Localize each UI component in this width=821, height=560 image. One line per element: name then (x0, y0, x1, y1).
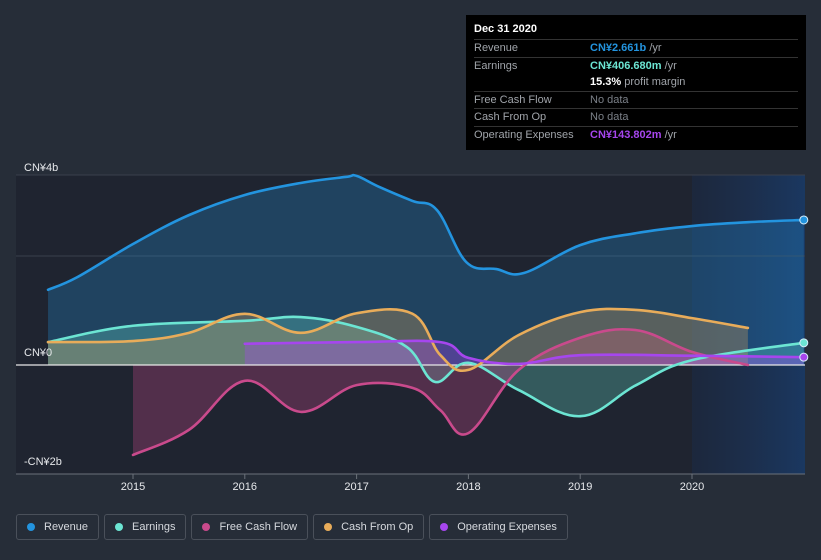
tooltip-value-amount: No data (590, 111, 629, 124)
x-tick-label: 2016 (232, 481, 258, 493)
legend-label: Revenue (44, 521, 89, 533)
x-tick-label: 2019 (567, 481, 593, 493)
tooltip-value-suffix: /yr (661, 59, 677, 72)
tooltip-row-label: Operating Expenses (474, 128, 574, 141)
y-tick-label: -CN¥2b (24, 456, 62, 468)
tooltip-row-label: Revenue (474, 42, 519, 55)
tooltip: Dec 31 2020 Revenue CN¥2.661b /yr Earnings… (466, 15, 806, 150)
legend-item-operating-expenses[interactable]: Operating Expenses (429, 514, 568, 540)
legend-label: Operating Expenses (457, 521, 557, 533)
x-tick-label: 2017 (344, 481, 369, 493)
legend-dot-icon (440, 523, 449, 531)
legend-dot-icon (27, 523, 35, 531)
tooltip-row-value: 15.3% profit margin (590, 76, 685, 88)
tooltip-value-amount: 15.3% (590, 76, 622, 89)
legend-dot-icon (202, 523, 211, 531)
legend-item-earnings[interactable]: Earnings (104, 514, 187, 540)
tooltip-row: Earnings CN¥406.680m /yr (474, 58, 798, 75)
y-tick-label: CN¥0 (24, 347, 53, 359)
x-ticks (132, 474, 693, 479)
x-tick-label: 2020 (679, 481, 705, 493)
y-tick-label: CN¥4b (24, 162, 59, 174)
operating-expenses-end-marker[interactable] (799, 352, 809, 362)
tooltip-value-amount: CN¥2.661b (590, 42, 647, 55)
tooltip-row-value: No data (590, 94, 629, 106)
tooltip-row-value: CN¥2.661b /yr (590, 42, 662, 54)
legend-dot-icon (324, 523, 333, 531)
tooltip-row: Operating Expenses CN¥143.802m /yr (474, 127, 798, 144)
tooltip-row-value: CN¥406.680m /yr (590, 60, 677, 72)
tooltip-value-amount: No data (590, 93, 629, 106)
legend-item-free-cash-flow[interactable]: Free Cash Flow (191, 514, 309, 540)
revenue-end-marker[interactable] (799, 215, 809, 225)
tooltip-row-value: CN¥143.802m /yr (590, 129, 677, 141)
legend: Revenue Earnings Free Cash Flow Cash From O… (16, 514, 568, 540)
tooltip-row-label: Earnings (474, 59, 518, 72)
tooltip-rows: Revenue CN¥2.661b /yr Earnings CN¥406.680m … (474, 40, 798, 143)
tooltip-row-value: No data (590, 111, 629, 123)
tooltip-row: Revenue CN¥2.661b /yr (474, 40, 798, 58)
tooltip-value-suffix: /yr (646, 42, 662, 55)
legend-label: Free Cash Flow (219, 521, 298, 533)
tooltip-value-amount: CN¥406.680m (590, 59, 662, 72)
legend-label: Earnings (132, 521, 176, 533)
tooltip-value-suffix: profit margin (621, 76, 686, 89)
legend-item-cash-from-op[interactable]: Cash From Op (313, 514, 425, 540)
earnings-end-marker[interactable] (799, 338, 809, 348)
tooltip-row: Free Cash Flow No data (474, 92, 798, 109)
tooltip-row: 15.3% profit margin (474, 74, 798, 92)
x-tick-label: 2015 (120, 481, 146, 493)
legend-dot-icon (115, 523, 124, 531)
legend-label: Cash From Op (341, 521, 414, 533)
tooltip-row-label: Cash From Op (474, 111, 547, 124)
tooltip-date: Dec 31 2020 (474, 21, 798, 40)
tooltip-value-amount: CN¥143.802m (590, 128, 662, 141)
tooltip-row-label: Free Cash Flow (474, 93, 552, 106)
tooltip-value-suffix: /yr (661, 128, 677, 141)
legend-item-revenue[interactable]: Revenue (16, 514, 100, 540)
tooltip-row: Cash From Op No data (474, 109, 798, 127)
x-tick-label: 2018 (456, 481, 481, 493)
